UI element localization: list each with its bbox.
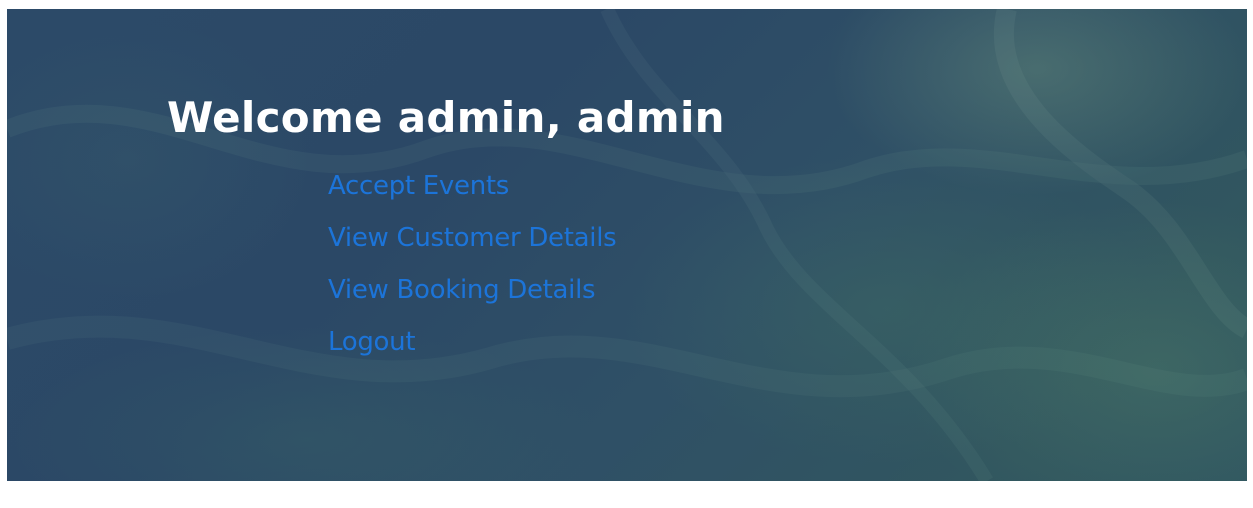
view-booking-details-link[interactable]: View Booking Details bbox=[328, 275, 596, 305]
admin-dashboard-panel: Welcome admin, admin Accept Events View … bbox=[7, 9, 1247, 481]
accept-events-link[interactable]: Accept Events bbox=[328, 171, 509, 201]
menu-item-accept-events: Accept Events bbox=[328, 166, 616, 218]
admin-menu: Accept Events View Customer Details View… bbox=[328, 166, 617, 374]
background-texture bbox=[7, 9, 1247, 481]
menu-item-logout: Logout bbox=[328, 322, 616, 374]
view-customer-details-link[interactable]: View Customer Details bbox=[328, 223, 617, 253]
logout-link[interactable]: Logout bbox=[328, 327, 416, 357]
welcome-heading: Welcome admin, admin bbox=[167, 93, 725, 142]
menu-item-view-booking-details: View Booking Details bbox=[328, 270, 616, 322]
menu-item-view-customer-details: View Customer Details bbox=[328, 218, 617, 270]
